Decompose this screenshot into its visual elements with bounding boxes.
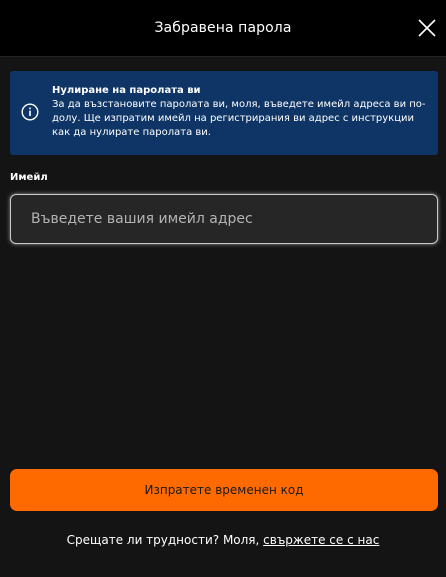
- help-text: Срещате ли трудности? Моля,: [66, 533, 264, 547]
- info-circle-icon: [21, 103, 39, 121]
- help-footer: Срещате ли трудности? Моля, свържете се …: [0, 533, 446, 547]
- close-icon: [418, 19, 436, 37]
- info-notice: Нулиране на паролата ви За да възстанови…: [10, 71, 438, 155]
- modal-header: Забравена парола: [0, 0, 446, 57]
- email-label: Имейл: [10, 172, 48, 183]
- forgot-password-modal: Забравена парола Нулиране на паролата ви…: [0, 0, 446, 577]
- info-title: Нулиране на паролата ви: [52, 85, 201, 96]
- modal-title: Забравена парола: [154, 20, 292, 36]
- info-text: Нулиране на паролата ви За да възстанови…: [52, 84, 426, 140]
- info-body: За да възстановите паролата ви, моля, въ…: [52, 99, 426, 138]
- send-code-button[interactable]: Изпратете временен код: [10, 469, 438, 511]
- email-input[interactable]: [10, 194, 438, 244]
- contact-us-link[interactable]: свържете се с нас: [263, 533, 379, 547]
- close-button[interactable]: [416, 17, 438, 39]
